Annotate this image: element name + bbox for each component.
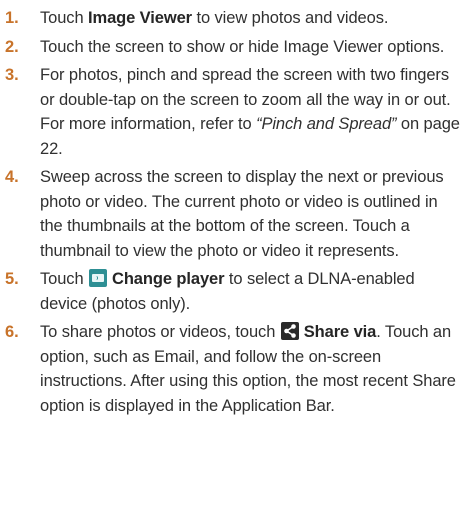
text-run: To share photos or videos, touch (40, 323, 280, 341)
step-text: For photos, pinch and spread the screen … (40, 63, 462, 161)
text-run: to view photos and videos. (192, 9, 389, 27)
step-text: To share photos or videos, touch Share v… (40, 320, 462, 418)
step-text: Touch Image Viewer to view photos and vi… (40, 6, 462, 31)
step-1: 1. Touch Image Viewer to view photos and … (0, 6, 462, 31)
step-number: 4. (5, 168, 19, 186)
step-text: Touch Change player to select a DLNA-ena… (40, 267, 462, 316)
step-number: 3. (5, 66, 19, 84)
step-5: 5. Touch Change player to select a DLNA-e… (0, 267, 462, 316)
step-2: 2. Touch the screen to show or hide Image… (0, 35, 462, 60)
step-3: 3. For photos, pinch and spread the scree… (0, 63, 462, 161)
cross-reference: “Pinch and Spread” (256, 115, 397, 133)
share-icon (280, 322, 299, 340)
ui-label: Change player (112, 270, 225, 288)
step-number: 2. (5, 37, 19, 56)
step-text: Touch the screen to show or hide Image V… (40, 35, 462, 60)
change-player-icon (89, 269, 108, 287)
ui-label: Image Viewer (88, 9, 192, 27)
ui-label: Share via (303, 323, 377, 341)
step-number: 6. (5, 323, 19, 341)
text-run: Touch the screen to show or hide Image V… (40, 37, 445, 56)
step-6: 6. To share photos or videos, touch Share… (0, 320, 462, 418)
instruction-list: 1. Touch Image Viewer to view photos and … (0, 0, 472, 521)
step-number: 1. (5, 9, 19, 27)
step-number: 5. (5, 270, 19, 288)
step-text: Sweep across the screen to display the n… (40, 165, 462, 263)
text-run: Touch (40, 9, 89, 27)
text-run: Sweep across the screen to display the n… (40, 168, 444, 260)
step-4: 4. Sweep across the screen to display the… (0, 165, 462, 263)
text-run: Touch (40, 270, 89, 288)
